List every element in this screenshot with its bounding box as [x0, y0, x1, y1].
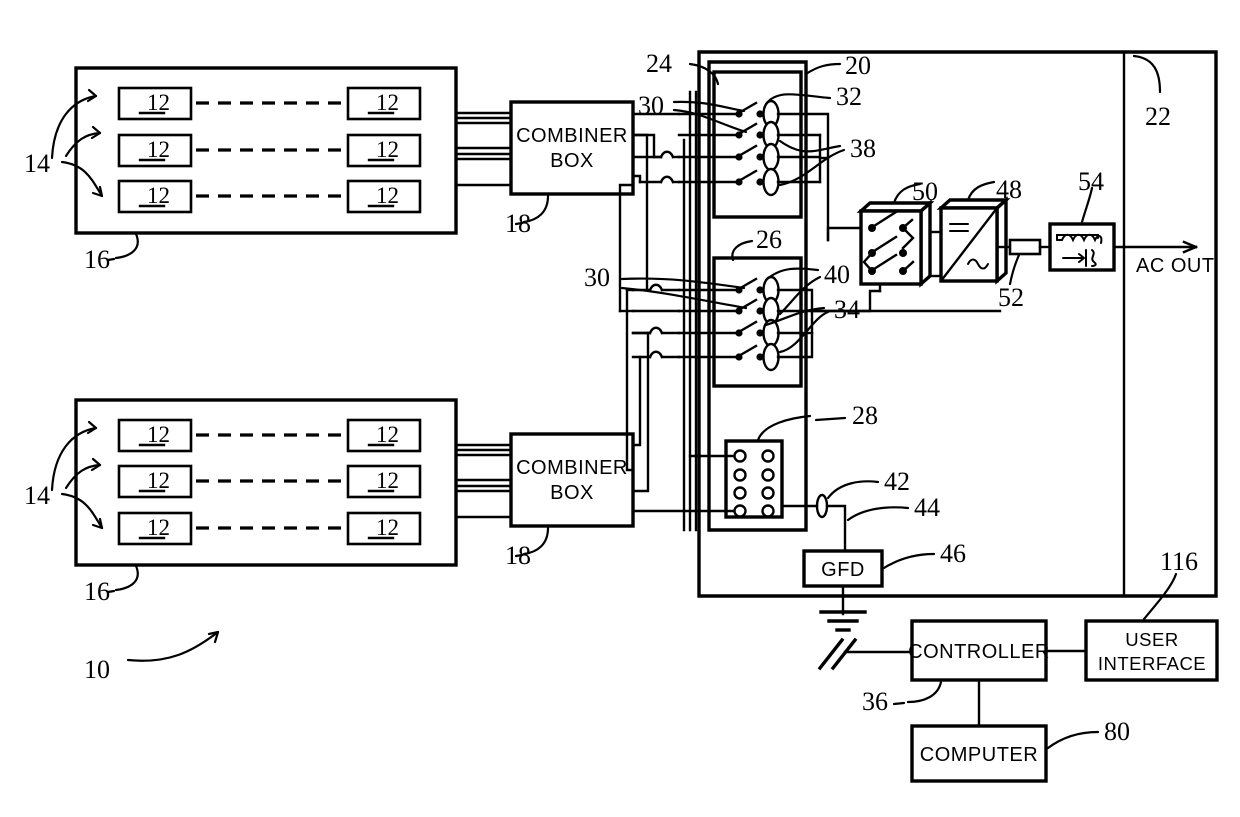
combiner-box-label: COMBINER [516, 457, 628, 479]
combiner-box-label: COMBINER [516, 125, 628, 147]
ref-30-lower: 30 [584, 263, 610, 292]
ref-34: 34 [834, 295, 860, 324]
ref-42: 42 [884, 467, 910, 496]
ref-46: 46 [940, 539, 966, 568]
ref-36: 36 [862, 687, 888, 716]
ref-14-bottom: 14 [24, 481, 50, 510]
ref-30-upper: 30 [638, 91, 664, 120]
ac-out-label: AC OUT [1136, 255, 1215, 277]
controller-label: CONTROLLER [908, 641, 1050, 663]
pv-module-label: 12 [147, 90, 170, 115]
user-interface-label: INTERFACE [1098, 653, 1206, 674]
ref-26: 26 [756, 225, 782, 254]
ref-116: 116 [1160, 547, 1198, 576]
pv-module-label: 12 [376, 515, 399, 540]
combiner-box-label: BOX [550, 482, 594, 504]
ref-16-top: 16 [84, 245, 110, 274]
ref-54: 54 [1078, 167, 1104, 196]
ref-20: 20 [845, 51, 871, 80]
ref-38: 38 [850, 134, 876, 163]
ref-28: 28 [852, 401, 878, 430]
ref-10: 10 [84, 655, 110, 684]
ref-14-top: 14 [24, 149, 50, 178]
ref-50: 50 [912, 177, 938, 206]
combiner-box-label: BOX [550, 150, 594, 172]
pv-module-label: 12 [376, 468, 399, 493]
pv-module-label: 12 [147, 137, 170, 162]
pv-module-label: 12 [147, 422, 170, 447]
ref-80: 80 [1104, 717, 1130, 746]
ref-48: 48 [996, 175, 1022, 204]
gfd-label: GFD [821, 559, 865, 581]
ref-52: 52 [998, 283, 1024, 312]
ref-22: 22 [1145, 102, 1171, 131]
pv-module-label: 12 [147, 183, 170, 208]
pv-module-label: 12 [376, 183, 399, 208]
pv-module-label: 12 [147, 468, 170, 493]
computer-label: COMPUTER [920, 744, 1038, 766]
user-interface-label: USER [1125, 629, 1178, 650]
ref-44: 44 [914, 493, 940, 522]
ref-16-bottom: 16 [84, 577, 110, 606]
pv-module-label: 12 [376, 422, 399, 447]
ref-32: 32 [836, 82, 862, 111]
ref-24: 24 [646, 49, 672, 78]
patent-figure: 22 20 24 30 32 38 26 30 40 34 28 12 12 1… [0, 0, 1240, 817]
ref-40: 40 [824, 260, 850, 289]
pv-module-label: 12 [376, 90, 399, 115]
pv-module-label: 12 [147, 515, 170, 540]
pv-module-label: 12 [376, 137, 399, 162]
